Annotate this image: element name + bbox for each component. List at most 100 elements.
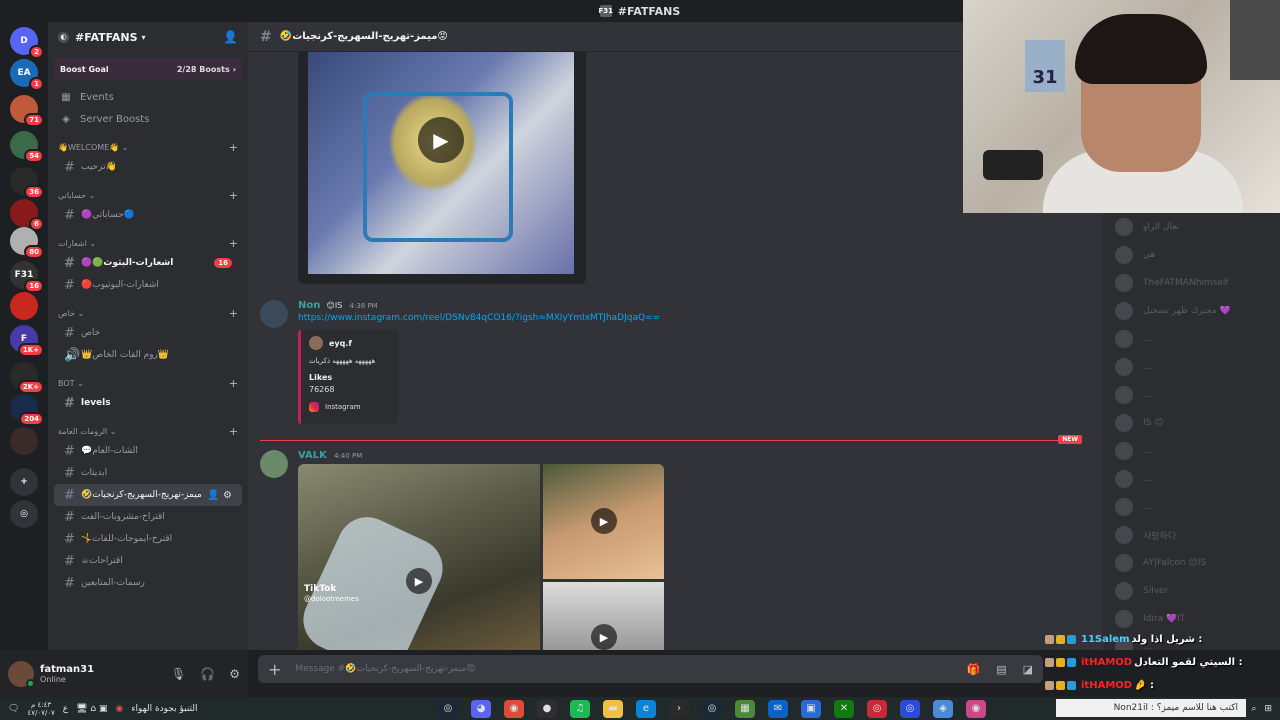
member-item[interactable]: ... <box>1103 381 1280 409</box>
play-icon[interactable]: ▶ <box>418 117 464 163</box>
obs-icon[interactable]: ● <box>537 699 557 718</box>
spotify-icon[interactable]: ♫ <box>570 699 590 718</box>
channel-item[interactable]: # اقتراح-مشروبات-الفت <box>54 506 242 528</box>
message-author[interactable]: Non <box>298 300 320 311</box>
video-attachment[interactable]: ▶ <box>543 582 664 650</box>
boost-goal-banner[interactable]: Boost Goal 2/28 Boosts › <box>54 58 242 80</box>
app-icon[interactable]: ◉ <box>966 699 986 718</box>
app-icon[interactable]: ◎ <box>867 699 887 718</box>
channel-item[interactable]: # 🟣حساباتي🔵 <box>54 204 242 226</box>
sticker-icon[interactable]: ◪ <box>1023 663 1033 676</box>
server-icon[interactable]: 54 <box>10 131 44 163</box>
weather-icon[interactable]: ◉ <box>115 704 123 714</box>
channel-item[interactable]: # 🔴اشعارات-اليوتيوب <box>54 274 242 296</box>
play-icon[interactable]: ▶ <box>591 624 617 650</box>
server-icon[interactable]: F 1K+ <box>10 325 44 357</box>
channel-item[interactable]: # 🟣🟢اشعارات-البثوث 16 <box>54 252 242 274</box>
search-icon[interactable]: ⌕ <box>1251 704 1256 714</box>
play-icon[interactable]: ▶ <box>591 508 617 534</box>
channel-item[interactable]: # ابديتات <box>54 462 242 484</box>
avatar[interactable] <box>8 660 35 688</box>
add-attachment-icon[interactable]: + <box>268 660 281 679</box>
app-icon[interactable]: ◎ <box>900 699 920 718</box>
terminal-icon[interactable]: › <box>669 699 689 718</box>
video-attachment[interactable]: TikTok @dolootmemes ▶ <box>298 464 540 650</box>
member-item[interactable]: TheFATMANhimself <box>1103 269 1280 297</box>
windows-start-icon[interactable]: ⊞ <box>1264 704 1272 714</box>
channel-category[interactable]: اشعارات ⌄ + <box>48 234 248 252</box>
channel-category[interactable]: خاص ⌄ + <box>48 304 248 322</box>
server-icon[interactable]: 36 <box>10 167 44 199</box>
video-attachment[interactable]: ▶ <box>298 52 586 284</box>
message-composer[interactable]: + Message #🤣ميمز-تهريج-السهريج-كرنجيات😡 … <box>258 655 1043 683</box>
gear-icon[interactable]: ⚙ <box>229 667 240 681</box>
server-icon[interactable]: 6 <box>10 199 44 231</box>
chat-icon[interactable]: 🗨 <box>8 704 19 714</box>
message-link[interactable]: https://www.instagram.com/reel/DSNv84qCO… <box>298 313 660 323</box>
server-icon[interactable]: ◎ <box>10 500 38 528</box>
add-channel-icon[interactable]: + <box>229 141 238 154</box>
play-icon[interactable]: ▶ <box>406 568 432 594</box>
discord-icon[interactable]: ◕ <box>471 699 491 718</box>
add-channel-icon[interactable]: + <box>229 425 238 438</box>
channel-category[interactable]: حساباتي ⌄ + <box>48 186 248 204</box>
steam-icon[interactable]: ◎ <box>438 699 458 718</box>
member-item[interactable]: ... <box>1103 465 1280 493</box>
member-item[interactable]: هي <box>1103 241 1280 269</box>
message-author[interactable]: VALK <box>298 450 327 461</box>
microphone-icon[interactable]: 🎙 <box>171 667 186 681</box>
server-icon[interactable]: 80 <box>10 227 44 259</box>
channel-category[interactable]: الرومات العامة ⌄ + <box>48 422 248 440</box>
nav-item[interactable]: ▦ Events <box>48 86 248 108</box>
server-icon[interactable] <box>10 427 38 455</box>
server-icon[interactable]: F31 16 <box>10 261 44 293</box>
channel-item[interactable]: # خاص <box>54 322 242 344</box>
invite-people-icon[interactable]: 👤 <box>223 30 238 44</box>
video-attachment[interactable]: ▶ <box>543 464 664 579</box>
member-item[interactable]: ... <box>1103 437 1280 465</box>
chat-input-overlay[interactable]: اكتب هنا للاسم ميمز؟ : Non21il <box>1056 699 1246 717</box>
channel-settings-icon[interactable]: 👤 ⚙ <box>207 490 232 501</box>
channel-category[interactable]: 👋WELCOME👋 ⌄ + <box>48 138 248 156</box>
channel-item[interactable]: # ☕اقتراحات <box>54 550 242 572</box>
chrome-icon[interactable]: ◉ <box>504 699 524 718</box>
explorer-icon[interactable]: ▬ <box>603 699 623 718</box>
server-icon[interactable]: 71 <box>10 95 44 127</box>
channel-item[interactable]: 🔊 👑روم الفات الخاص👑 <box>54 344 242 366</box>
gif-icon[interactable]: ▤ <box>996 663 1006 676</box>
edge-icon[interactable]: e <box>636 699 656 718</box>
member-item[interactable]: مجبرك ظهر تسجيل 💜 <box>1103 297 1280 325</box>
copilot-icon[interactable]: ◈ <box>933 699 953 718</box>
add-channel-icon[interactable]: + <box>229 189 238 202</box>
user-info[interactable]: fatman31 Online <box>40 664 94 684</box>
nav-item[interactable]: ◈ Server Boosts <box>48 108 248 130</box>
embed-author[interactable]: eyq.f <box>329 339 352 348</box>
avatar[interactable] <box>260 450 288 478</box>
member-item[interactable]: ... <box>1103 325 1280 353</box>
channel-category[interactable]: BOT ⌄ + <box>48 374 248 392</box>
member-item[interactable]: Silver <box>1103 577 1280 605</box>
gift-icon[interactable]: 🎁 <box>966 663 980 676</box>
outlook-icon[interactable]: ✉ <box>768 699 788 718</box>
channel-item[interactable]: # 🤸اقترح-ايموجات-للفات <box>54 528 242 550</box>
member-item[interactable]: ... <box>1103 353 1280 381</box>
member-item[interactable]: ... <box>1103 493 1280 521</box>
add-channel-icon[interactable]: + <box>229 377 238 390</box>
weather-text[interactable]: التنبؤ بجودة الهواء <box>131 704 197 714</box>
steam-icon[interactable]: ◎ <box>702 699 722 718</box>
channel-item[interactable]: # levels <box>54 392 242 414</box>
clock[interactable]: ٤:٤٣ م ٤٧/٠٧/٠٧ <box>27 701 54 717</box>
member-item[interactable]: IS 😊 <box>1103 409 1280 437</box>
channel-item[interactable]: # 💬الشات-العام <box>54 440 242 462</box>
guild-header[interactable]: ◐ #FATFANS ▾ 👤 <box>48 22 248 52</box>
server-icon[interactable] <box>10 292 38 320</box>
add-channel-icon[interactable]: + <box>229 237 238 250</box>
minecraft-icon[interactable]: ▦ <box>735 699 755 718</box>
channel-item[interactable]: # رسمات-المتابعين <box>54 572 242 594</box>
member-item[interactable]: تعال الراو <box>1103 213 1280 241</box>
store-icon[interactable]: ▣ <box>801 699 821 718</box>
avatar[interactable] <box>260 300 288 328</box>
server-icon[interactable]: 204 <box>10 394 44 426</box>
xbox-icon[interactable]: ✕ <box>834 699 854 718</box>
tray-icons[interactable]: 🖥 ⌂ ▣ <box>76 704 107 714</box>
